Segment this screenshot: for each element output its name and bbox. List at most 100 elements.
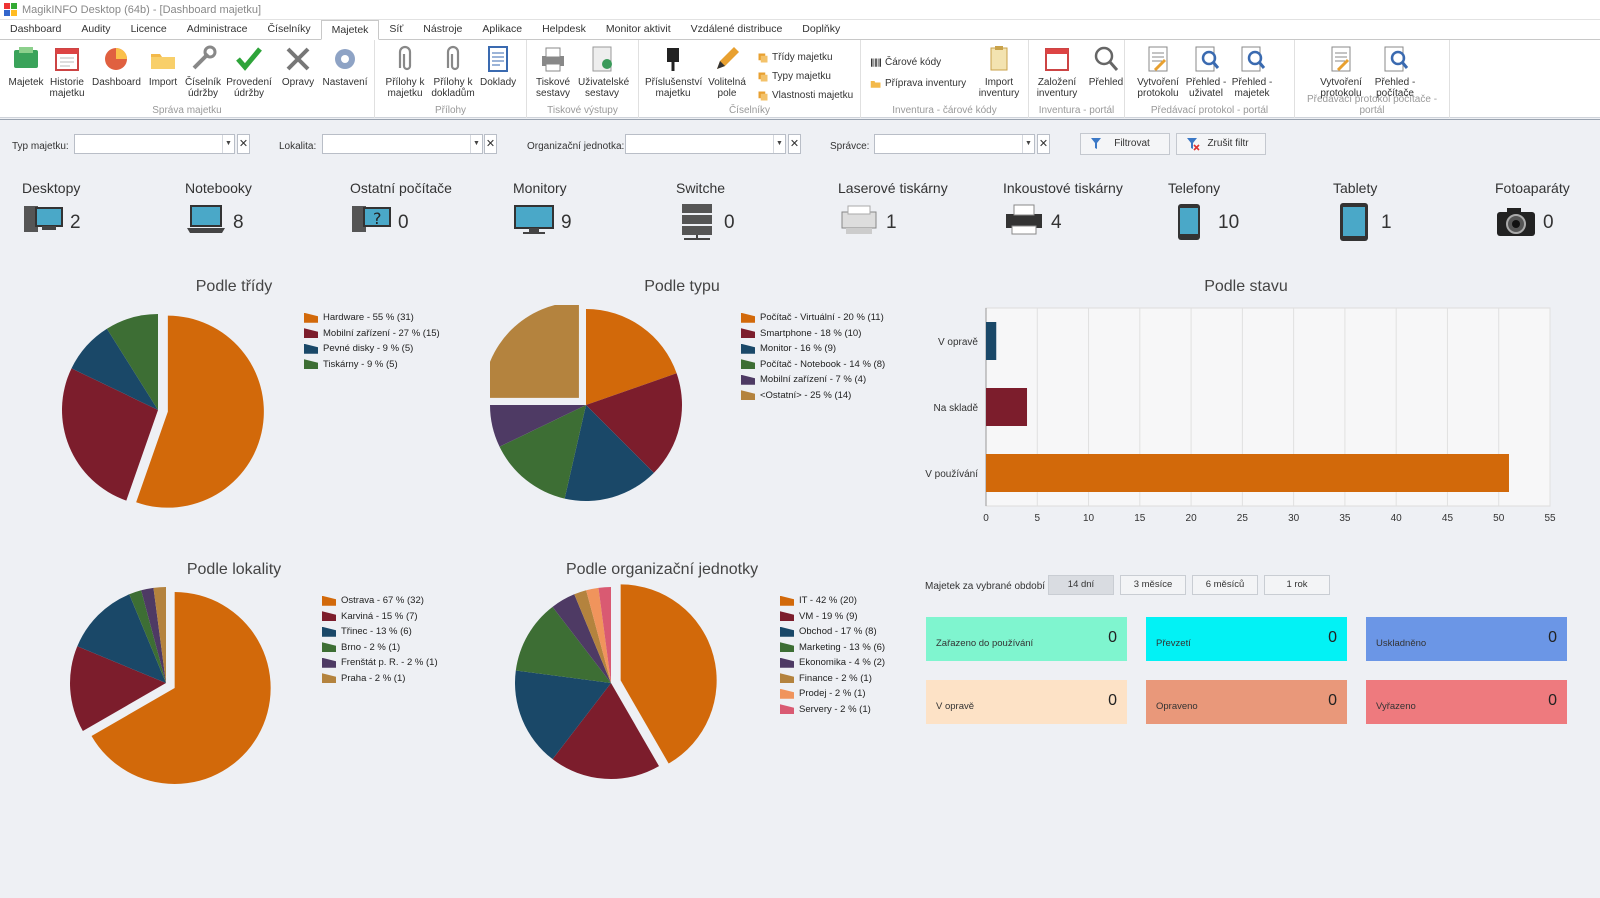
filter-spravce-combo[interactable]: ▼ bbox=[874, 134, 1035, 154]
phone-icon bbox=[1168, 202, 1210, 245]
pie-chart-typ bbox=[490, 305, 682, 501]
ribbon-button-prilohy-majetku[interactable]: Přílohy k majetku bbox=[384, 44, 426, 99]
menu-tab-0[interactable]: Dashboard bbox=[0, 20, 71, 39]
menu-tab-12[interactable]: Doplňky bbox=[792, 20, 850, 39]
chevron-down-icon[interactable]: ▼ bbox=[773, 135, 785, 153]
menu-tab-8[interactable]: Aplikace bbox=[472, 20, 532, 39]
stat-label: Telefony bbox=[1168, 180, 1221, 196]
ribbon-button-provedeni-udrzby[interactable]: Provedení údržby bbox=[226, 44, 272, 99]
menu-tab-4[interactable]: Číselníky bbox=[257, 20, 320, 39]
ribbon-button-prehled-uzivatel[interactable]: Přehled - uživatel bbox=[1185, 44, 1227, 99]
menu-tab-6[interactable]: Síť bbox=[379, 20, 413, 39]
menu-tab-7[interactable]: Nástroje bbox=[413, 20, 472, 39]
status-tile-1[interactable]: Převzetí 0 bbox=[1146, 617, 1347, 661]
period-button-1[interactable]: 3 měsíce bbox=[1120, 575, 1186, 595]
ribbon-button-zalozeni-inventury[interactable]: Založení inventury bbox=[1036, 44, 1078, 99]
ribbon-button-ciselnik-udrzby[interactable]: Číselník údržby bbox=[184, 44, 222, 99]
ribbon-button-tridy[interactable]: Třídy majetku bbox=[757, 52, 833, 63]
bar-0[interactable] bbox=[986, 322, 997, 360]
stat-value: 10 bbox=[1218, 212, 1240, 233]
ribbon-button-prehled[interactable]: Přehled bbox=[1088, 44, 1124, 88]
stat-value: 0 bbox=[398, 212, 409, 233]
legend-item: Třinec - 13 % (6) bbox=[322, 624, 438, 640]
menu-tab-5[interactable]: Majetek bbox=[320, 20, 380, 40]
pie-slice-5[interactable] bbox=[490, 305, 579, 398]
bar-chart-stav: 0 5 10 15 20 25 30 35 40 45 50 55 V opravě Na skladě V… bbox=[925, 307, 1556, 524]
ribbon-button-uzivatelske-sestavy[interactable]: Uživatelské sestavy bbox=[578, 44, 629, 99]
ribbon-button-import[interactable]: Import bbox=[146, 44, 180, 88]
tile-value: 0 bbox=[1108, 629, 1117, 646]
ribbon-button-prilohy-dokladum[interactable]: Přílohy k dokladům bbox=[430, 44, 476, 99]
provedeni-udrzby-icon bbox=[234, 44, 264, 74]
stat-label: Desktopy bbox=[22, 180, 81, 196]
x-tick-label: 50 bbox=[1493, 513, 1505, 524]
filter-clear-button[interactable]: Zrušit filtr bbox=[1176, 133, 1266, 155]
filter-typ-clear-icon[interactable]: ✕ bbox=[237, 134, 250, 154]
ribbon-button-nastaveni[interactable]: Nastavení bbox=[322, 44, 368, 88]
period-button-3[interactable]: 1 rok bbox=[1264, 575, 1330, 595]
ribbon-button-carove-kody[interactable]: Čárové kódy bbox=[870, 57, 941, 68]
tile-value: 0 bbox=[1328, 692, 1337, 709]
bar-1[interactable] bbox=[986, 388, 1028, 426]
filter-typ-combo[interactable]: ▼ bbox=[74, 134, 235, 154]
legend-item: Finance - 2 % (1) bbox=[780, 671, 885, 687]
filter-apply-button[interactable]: Filtrovat bbox=[1080, 133, 1170, 155]
menu-tab-10[interactable]: Monitor aktivit bbox=[596, 20, 681, 39]
filter-lokalita-combo[interactable]: ▼ bbox=[322, 134, 483, 154]
menu-tab-1[interactable]: Audity bbox=[71, 20, 120, 39]
legend-swatch bbox=[322, 611, 336, 622]
menu-tab-9[interactable]: Helpdesk bbox=[532, 20, 596, 39]
ribbon-button-historie[interactable]: Historie majetku bbox=[48, 44, 86, 99]
ribbon-button-majetek[interactable]: Majetek bbox=[8, 44, 44, 88]
status-tile-2[interactable]: Uskladněno 0 bbox=[1366, 617, 1567, 661]
ribbon-button-dashboard[interactable]: Dashboard bbox=[92, 44, 141, 88]
ribbon-button-typy[interactable]: Typy majetku bbox=[757, 71, 831, 82]
ribbon-button-vytvoreni-protokolu[interactable]: Vytvoření protokolu bbox=[1135, 44, 1181, 99]
filter-lokalita-clear-icon[interactable]: ✕ bbox=[484, 134, 497, 154]
ribbon-button-vytvoreni-protokolu2[interactable]: Vytvoření protokolu bbox=[1318, 44, 1364, 99]
status-tile-4[interactable]: Opraveno 0 bbox=[1146, 680, 1347, 724]
stat-inkjet-printer: Inkoustové tiskárny 4 bbox=[1003, 180, 1123, 235]
other-computer-icon: ? bbox=[350, 202, 392, 245]
ribbon-button-import-inventury[interactable]: Import inventury bbox=[976, 44, 1022, 99]
legend-swatch bbox=[741, 343, 755, 354]
status-tile-5[interactable]: Vyřazeno 0 bbox=[1366, 680, 1567, 724]
legend-label: Praha - 2 % (1) bbox=[341, 672, 406, 684]
stat-laser-printer: Laserové tiskárny 1 bbox=[838, 180, 948, 234]
legend-swatch bbox=[741, 374, 755, 385]
ribbon-button-prehled-pocitace[interactable]: Přehled - počítače bbox=[1372, 44, 1418, 99]
filter-spravce-clear-icon[interactable]: ✕ bbox=[1037, 134, 1050, 154]
legend-label: Pevné disky - 9 % (5) bbox=[323, 343, 414, 354]
legend-label: Servery - 2 % (1) bbox=[799, 703, 871, 715]
prehled-majetek-icon bbox=[1237, 44, 1267, 74]
chart-title-trida: Podle třídy bbox=[195, 278, 273, 295]
ribbon-button-label: Čárové kódy bbox=[885, 57, 942, 68]
tridy-icon bbox=[757, 52, 768, 63]
ribbon-button-tiskove-sestavy[interactable]: Tiskové sestavy bbox=[533, 44, 573, 99]
menu-tab-11[interactable]: Vzdálené distribuce bbox=[681, 20, 793, 39]
period-button-0[interactable]: 14 dní bbox=[1048, 575, 1114, 595]
tablet-icon bbox=[1333, 202, 1375, 245]
period-button-2[interactable]: 6 měsíců bbox=[1192, 575, 1258, 595]
ribbon-button-doklady[interactable]: Doklady bbox=[480, 44, 516, 88]
ribbon-button-volitelna-pole[interactable]: Volitelná pole bbox=[707, 44, 747, 99]
bar-2[interactable] bbox=[986, 454, 1509, 492]
chevron-down-icon[interactable]: ▼ bbox=[1022, 135, 1034, 153]
ribbon-button-prehled-majetek[interactable]: Přehled - majetek bbox=[1230, 44, 1274, 99]
status-tile-0[interactable]: Zařazeno do používání 0 bbox=[926, 617, 1127, 661]
menu-tab-2[interactable]: Licence bbox=[121, 20, 177, 39]
chevron-down-icon[interactable]: ▼ bbox=[470, 135, 482, 153]
status-tile-3[interactable]: V opravě 0 bbox=[926, 680, 1127, 724]
ribbon-button-opravy[interactable]: Opravy bbox=[280, 44, 316, 88]
filter-org-combo[interactable]: ▼ bbox=[625, 134, 786, 154]
legend-item: Počítač - Virtuální - 20 % (11) bbox=[741, 310, 885, 326]
ribbon-button-label: Založení inventury bbox=[1036, 77, 1078, 99]
legend-item: <Ostatní> - 25 % (14) bbox=[741, 388, 885, 404]
ribbon-button-vlastnosti[interactable]: Vlastnosti majetku bbox=[757, 90, 853, 101]
filter-org-clear-icon[interactable]: ✕ bbox=[788, 134, 801, 154]
menu-tab-3[interactable]: Administrace bbox=[177, 20, 258, 39]
ribbon-button-prislusenstvi[interactable]: Příslušenství majetku bbox=[645, 44, 702, 99]
ribbon-button-priprava-inventury[interactable]: Příprava inventury bbox=[870, 78, 966, 89]
chevron-down-icon[interactable]: ▼ bbox=[222, 135, 234, 153]
prehled-icon bbox=[1091, 44, 1121, 74]
